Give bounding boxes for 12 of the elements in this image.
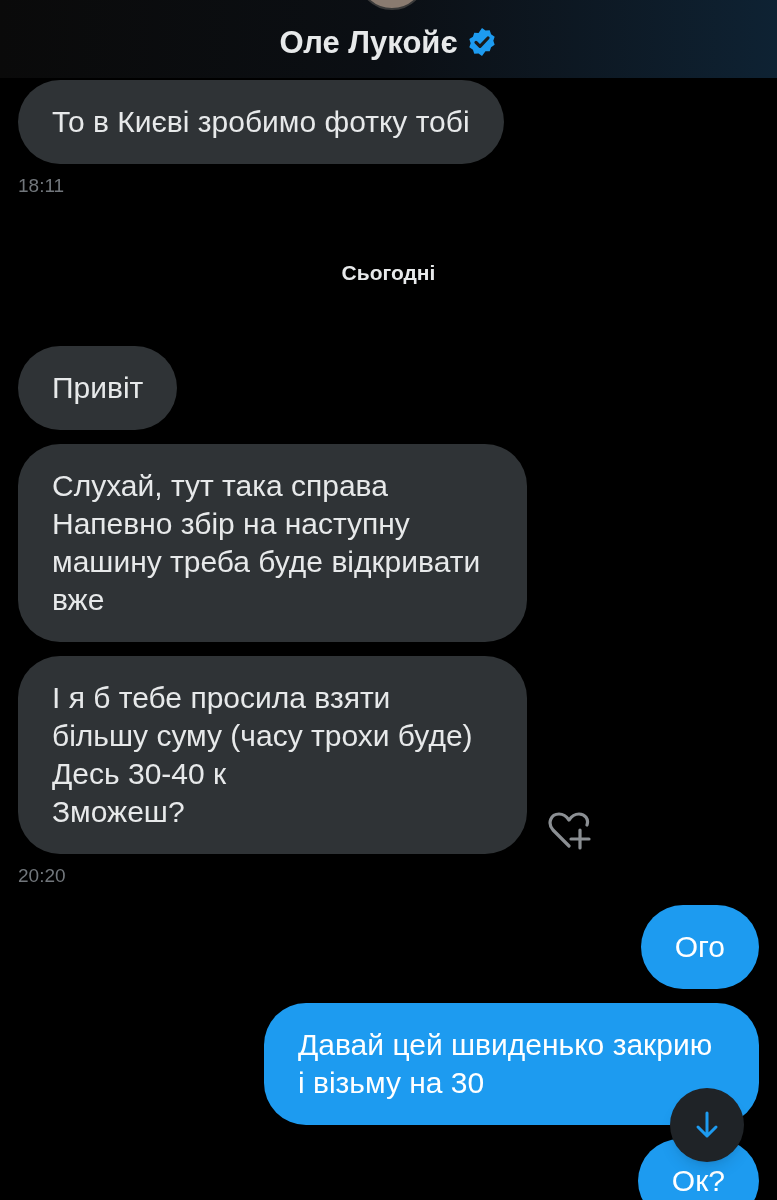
message-bubble: То в Києві зробимо фотку тобі <box>18 80 504 164</box>
message-time: 18:11 <box>18 174 65 198</box>
message-bubble: Слухай, тут така справа Напевно збір на наступну машину треба буде відкривати вже <box>18 444 527 642</box>
contact-name: Оле Лукойє <box>279 26 458 58</box>
message-bubble: Давай цей швиденько закрию і візьму на 30 <box>264 1002 759 1125</box>
message-bubble: Привіт <box>18 346 178 430</box>
date-separator: Сьогодні <box>341 259 436 286</box>
heart-plus-icon[interactable] <box>547 810 591 850</box>
message-bubble: Ого <box>640 904 759 989</box>
message-bubble: І я б тебе просила взяти більшу суму (часу трохи буде) Десь 30-40 к Зможеш? <box>18 656 527 854</box>
message-time: 20:20 <box>18 864 66 888</box>
arrow-down-icon <box>694 1110 720 1140</box>
